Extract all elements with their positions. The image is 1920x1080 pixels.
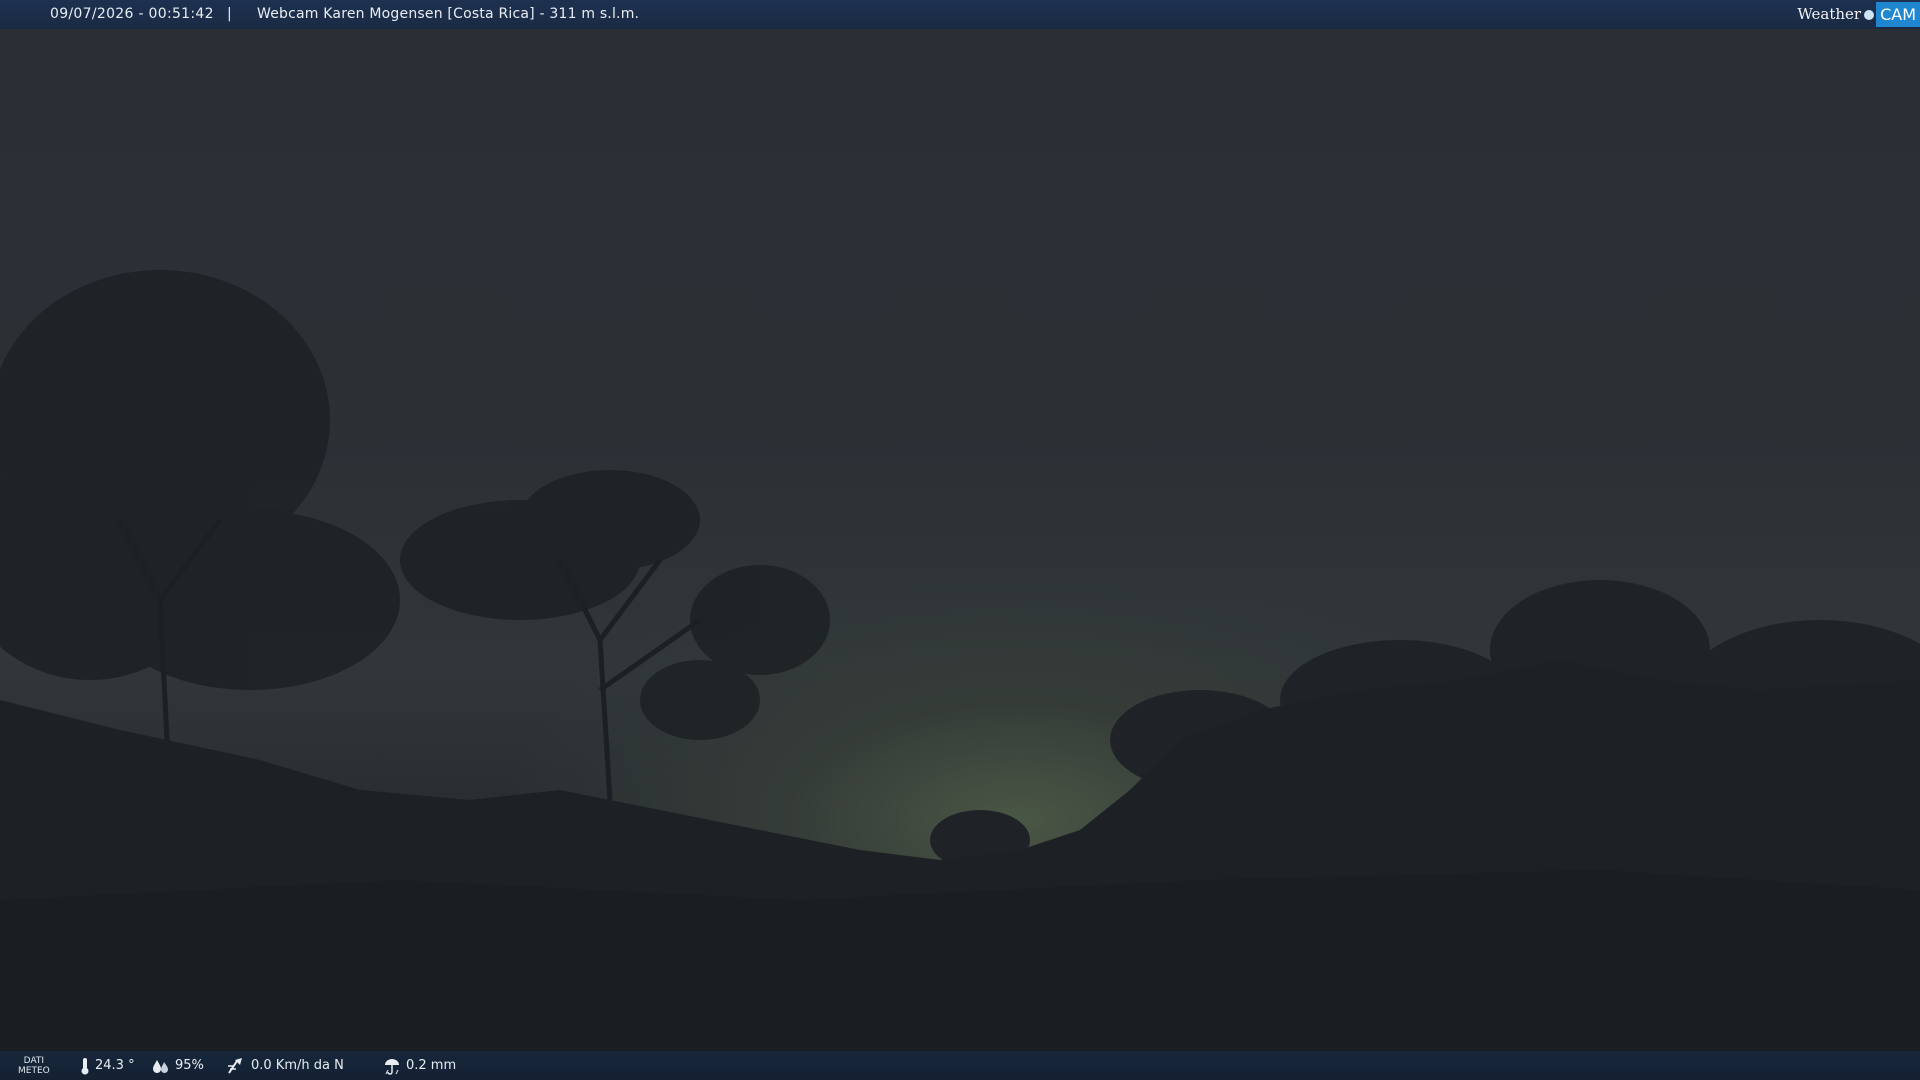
webcam-title: Webcam Karen Mogensen [Costa Rica] - 311… — [257, 6, 640, 22]
wind-value: 0.0 Km/h da N — [251, 1058, 344, 1073]
logo-accent: CAM — [1876, 2, 1920, 27]
logo-word: Weather — [1797, 5, 1862, 23]
timestamp: 09/07/2026 - 00:51:42 — [50, 6, 214, 22]
rain-reading: 0.2 mm — [383, 1051, 456, 1080]
wind-icon — [228, 1057, 242, 1074]
dati-meteo-label: DATI METEO — [18, 1056, 50, 1076]
rain-value: 0.2 mm — [406, 1058, 457, 1073]
header-separator: | — [227, 6, 232, 22]
top-info-bar: 09/07/2026 - 00:51:42 | Webcam Karen Mog… — [0, 0, 1920, 29]
humidity-value: 95% — [175, 1058, 204, 1073]
weathercam-logo[interactable]: Weather CAM — [1797, 2, 1920, 27]
dati-label-line2: METEO — [18, 1066, 50, 1076]
humidity-reading: 95% — [152, 1051, 204, 1080]
dati-label-line1: DATI — [23, 1056, 45, 1066]
logo-dot-icon — [1864, 9, 1875, 20]
weather-data-bar: DATI METEO 24.3 ° 95% 0.0 Km/h da N 0.2 … — [0, 1051, 1920, 1080]
webcam-image — [0, 0, 1920, 1080]
tree-silhouettes — [0, 270, 1920, 1080]
temperature-value: 24.3 ° — [95, 1058, 135, 1073]
humidity-drops-icon — [153, 1059, 168, 1073]
thermometer-icon — [81, 1057, 89, 1074]
temperature-reading: 24.3 ° — [80, 1051, 135, 1080]
wind-reading: 0.0 Km/h da N — [226, 1051, 344, 1080]
rain-icon — [385, 1058, 399, 1075]
